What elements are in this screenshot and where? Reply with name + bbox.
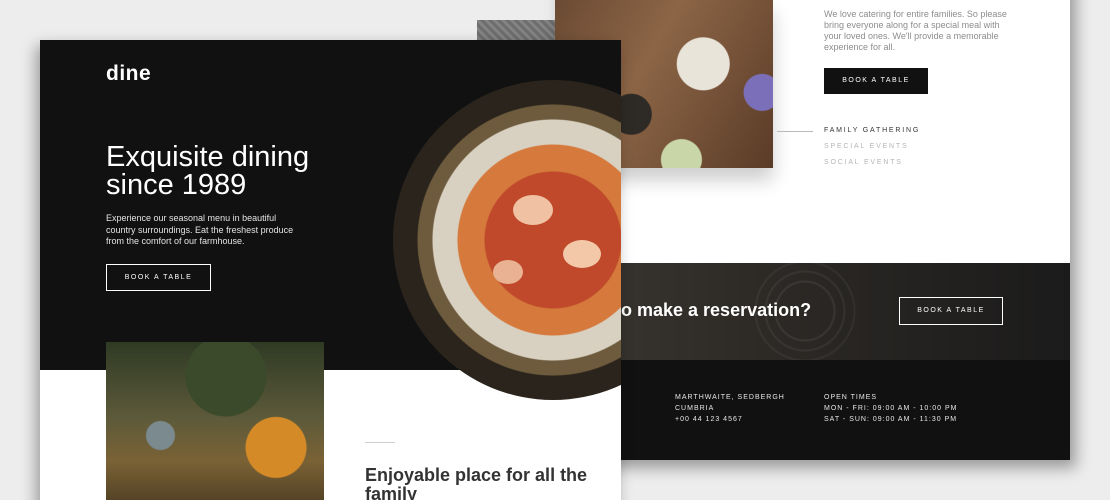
reservation-book-button[interactable]: BOOK A TABLE <box>899 297 1003 325</box>
shrimp-shape <box>513 195 553 225</box>
hero-title: Exquisite dining since 1989 <box>106 141 310 201</box>
section-title: Enjoyable place for all the family <box>365 465 588 500</box>
shrimp-shape <box>563 240 601 268</box>
book-table-button-dark[interactable]: BOOK A TABLE <box>824 68 928 94</box>
footer-address-line2: CUMBRIA <box>675 405 715 412</box>
reservation-heading: o make a reservation? <box>621 300 812 320</box>
dine-logo[interactable]: dine <box>106 62 151 86</box>
footer-hours-weekend: SAT - SUN: 09:00 AM - 11:30 PM <box>824 416 958 423</box>
footer-hours-weekday: MON - FRI: 09:00 AM - 10:00 PM <box>824 405 958 412</box>
hero-description: Experience our seasonal menu in beautifu… <box>106 213 294 246</box>
footer-address-line1: MARTHWAITE, SEDBERGH <box>675 394 785 401</box>
tab-family-gathering[interactable]: FAMILY GATHERING <box>824 127 920 134</box>
farmhouse-village-image <box>106 342 324 500</box>
active-tab-indicator <box>777 131 813 132</box>
hero-section: dine Exquisite dining since 1989 Experie… <box>40 40 621 400</box>
section-divider <box>365 442 395 443</box>
shrimp-shape <box>493 260 523 284</box>
footer-hours-title: OPEN TIMES <box>824 394 878 401</box>
back-mockup-card: We love catering for entire families. So… <box>555 0 1070 460</box>
pasta-plate-image <box>393 80 621 400</box>
family-intro-text: We love catering for entire families. So… <box>824 9 1007 52</box>
front-mockup-card: dine Exquisite dining since 1989 Experie… <box>40 40 621 500</box>
tab-social-events[interactable]: SOCIAL EVENTS <box>824 159 903 166</box>
footer: MARTHWAITE, SEDBERGH CUMBRIA +00 44 123 … <box>555 360 1070 460</box>
hero-book-button[interactable]: BOOK A TABLE <box>106 264 211 291</box>
footer-phone: +00 44 123 4567 <box>675 416 743 423</box>
tab-special-events[interactable]: SPECIAL EVENTS <box>824 143 908 150</box>
